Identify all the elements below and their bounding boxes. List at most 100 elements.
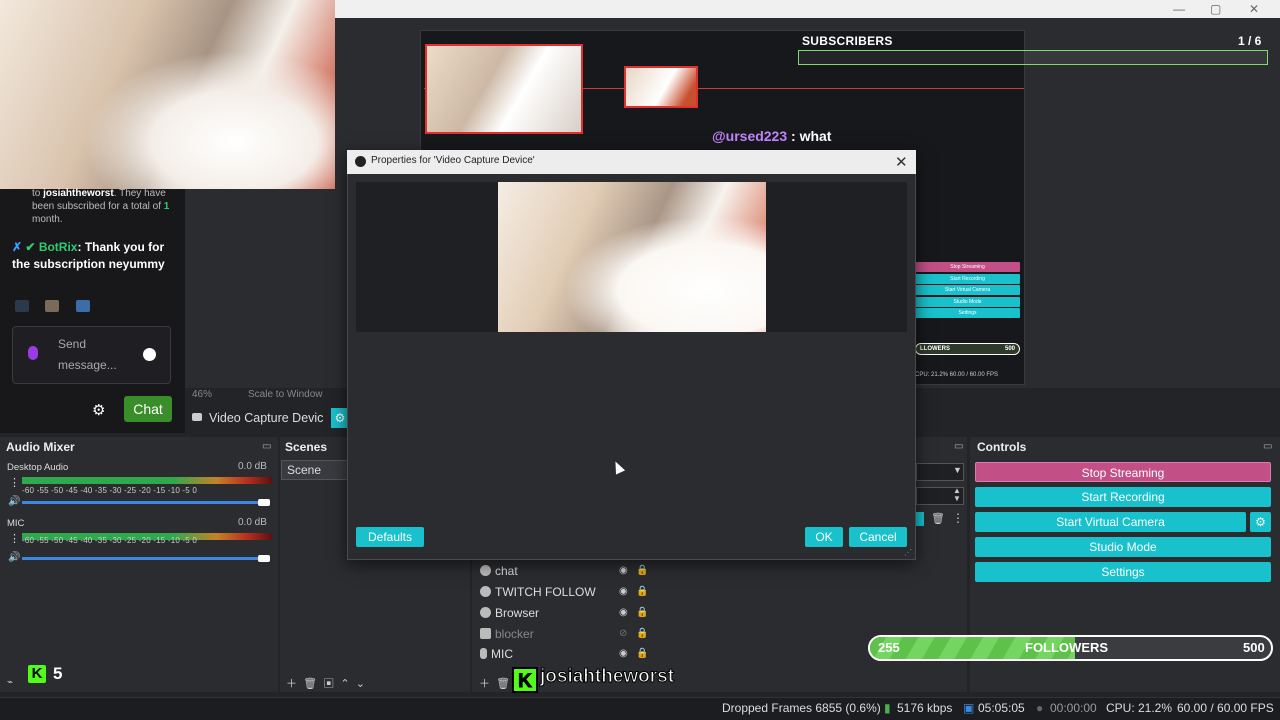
virtual-camera-settings-button[interactable]: ⚙ <box>1250 512 1271 532</box>
defaults-button[interactable]: Defaults <box>356 527 424 547</box>
speaker-icon[interactable]: 🔊 <box>8 496 20 507</box>
scenes-title: Scenes <box>285 440 328 454</box>
source-row[interactable]: chat <box>480 564 518 578</box>
cancel-button[interactable]: Cancel <box>849 527 907 547</box>
mini-followers-bar: LLOWERS 500 <box>915 343 1020 355</box>
source-row[interactable]: Browser <box>480 606 539 620</box>
eye-icon[interactable]: ◉ <box>619 565 628 576</box>
chat-settings-icon[interactable]: ⚙ <box>92 401 105 419</box>
source-row[interactable]: blocker <box>480 627 534 641</box>
mic-icon[interactable] <box>28 346 38 360</box>
scene-item[interactable]: Scene <box>281 460 348 480</box>
eye-icon[interactable]: ◉ <box>619 586 628 597</box>
lock-icon[interactable]: 🔒 <box>636 628 648 639</box>
lock-icon[interactable]: 🔒 <box>636 565 648 576</box>
streamer-name-tag: Kjosiahtheworst <box>512 666 675 694</box>
audio-channel-db: 0.0 dB <box>238 461 267 472</box>
source-label: MIC <box>491 647 513 661</box>
volume-slider[interactable] <box>22 557 267 560</box>
subscribers-goal-box <box>798 50 1268 65</box>
sword-icon: ✗ <box>12 240 23 254</box>
channel-menu-icon[interactable]: ⋮ <box>9 532 20 545</box>
lock-icon[interactable]: 🔒 <box>636 648 648 659</box>
dropped-frames: Dropped Frames 6855 (0.6%) <box>722 701 881 715</box>
bot-message: ✗ ✔ BotRix: Thank you for the subscripti… <box>12 239 180 273</box>
streamer-name: josiahtheworst <box>539 666 675 688</box>
mini-control: Start Virtual Camera <box>915 285 1020 295</box>
browser-icon <box>480 565 491 576</box>
kick-logo-icon: K <box>28 665 46 683</box>
mini-control: Settings <box>915 308 1020 318</box>
chat-send-button[interactable]: Chat <box>124 396 172 422</box>
sub-text-end: month. <box>32 214 63 225</box>
sub-username: josiahtheworst <box>43 188 114 199</box>
minimize-button[interactable]: — <box>1173 2 1185 16</box>
volume-knob[interactable] <box>258 499 270 506</box>
ok-button[interactable]: OK <box>805 527 843 547</box>
trash-icon[interactable]: 🗑 <box>303 678 317 690</box>
subscribers-count: 1 / 6 <box>1238 34 1262 48</box>
webcam-overlay <box>0 0 335 189</box>
audio-mixer-dock <box>0 437 278 692</box>
record-time: 00:00:00 <box>1050 701 1097 715</box>
source-row[interactable]: MIC <box>480 647 513 661</box>
channel-menu-icon[interactable]: ⋮ <box>9 476 20 489</box>
studio-mode-button[interactable]: Studio Mode <box>975 537 1271 557</box>
add-icon[interactable]: ＋ <box>286 678 297 690</box>
audio-meter <box>22 477 272 484</box>
maximize-button[interactable]: ▢ <box>1210 2 1221 16</box>
eye-hidden-icon[interactable]: ⊘ <box>619 628 627 639</box>
dock-pin-icon[interactable]: ▭ <box>954 441 963 452</box>
mini-control: Stop Streaming <box>915 262 1020 272</box>
spinner-arrows-icon[interactable]: ▲ ▼ <box>953 487 961 503</box>
mini-control: Studio Mode <box>915 296 1020 307</box>
lock-icon[interactable]: 🔒 <box>636 607 648 618</box>
emote-icon[interactable] <box>15 300 29 312</box>
selected-source-frame[interactable] <box>425 44 583 134</box>
dock-pin-icon[interactable]: ▭ <box>1263 441 1272 452</box>
meter-scale: -60 -55 -50 -45 -40 -35 -30 -25 -20 -15 … <box>22 486 198 495</box>
volume-knob[interactable] <box>258 555 270 562</box>
source-label: TWITCH FOLLOW <box>495 585 596 599</box>
kick-viewer-count: 5 <box>53 664 63 683</box>
lock-icon[interactable]: 🔒 <box>636 586 648 597</box>
up-icon[interactable]: ⌃ <box>340 678 349 690</box>
settings-button[interactable]: Settings <box>975 562 1271 582</box>
start-virtual-camera-button[interactable]: Start Virtual Camera <box>975 512 1246 532</box>
chat-overlay-user: @ursed223 <box>712 128 788 144</box>
dock-pin-icon[interactable]: ▭ <box>262 441 271 452</box>
meter-scale: -60 -55 -50 -45 -40 -35 -30 -25 -20 -15 … <box>22 536 198 545</box>
zoom-level[interactable]: 46% <box>192 389 212 400</box>
volume-slider[interactable] <box>22 501 267 504</box>
followers-goal: 500 <box>1243 640 1265 655</box>
more-icon[interactable]: ⋮ <box>952 511 964 525</box>
bot-name[interactable]: BotRix <box>39 240 78 254</box>
source-row[interactable]: TWITCH FOLLOW <box>480 585 596 599</box>
filter-icon[interactable]: ▣ <box>323 678 334 690</box>
sub-months: 1 <box>163 201 170 212</box>
video-capture-preview <box>498 182 766 332</box>
sub-prefix: to <box>32 188 41 199</box>
eye-icon[interactable]: ◉ <box>619 648 628 659</box>
emoji-icon[interactable] <box>143 348 156 361</box>
dialog-close-icon[interactable]: ✕ <box>895 153 908 171</box>
close-window-button[interactable]: ✕ <box>1249 2 1259 16</box>
controls-title: Controls <box>977 440 1027 454</box>
trash-icon[interactable]: 🗑 <box>931 512 945 525</box>
scale-to-window[interactable]: Scale to Window <box>248 389 322 400</box>
eye-icon[interactable]: ◉ <box>619 607 628 618</box>
down-icon[interactable]: ⌄ <box>356 678 365 690</box>
emote-icon[interactable] <box>45 300 60 312</box>
speaker-icon[interactable]: 🔊 <box>8 552 20 563</box>
emote-icon[interactable] <box>75 300 90 312</box>
selected-source-name: Video Capture Devic <box>209 411 324 425</box>
camera-icon <box>192 413 202 421</box>
add-icon[interactable]: ＋ <box>479 678 490 690</box>
mini-followers-label: LLOWERS <box>920 346 950 352</box>
resize-grip-icon[interactable]: ⋰ <box>904 548 912 557</box>
stop-streaming-button[interactable]: Stop Streaming <box>975 462 1271 482</box>
trash-icon[interactable]: 🗑 <box>496 678 510 690</box>
browser-icon <box>480 586 491 597</box>
dropdown-arrow-icon[interactable]: ▼ <box>953 465 962 475</box>
start-recording-button[interactable]: Start Recording <box>975 487 1271 507</box>
